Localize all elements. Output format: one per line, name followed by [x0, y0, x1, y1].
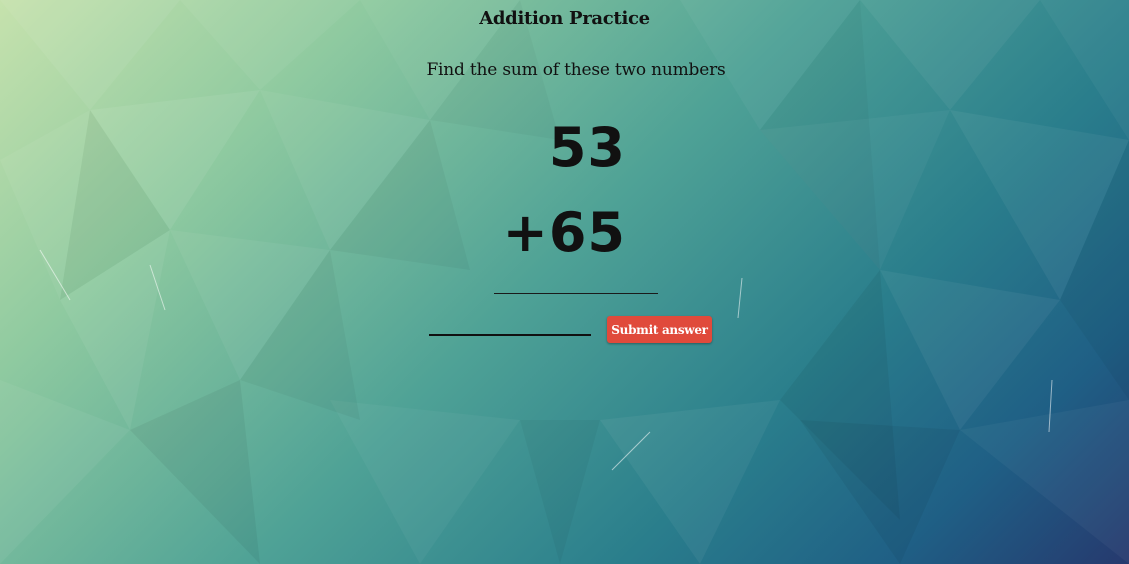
- first-number: 53: [548, 116, 626, 179]
- addition-problem: 53 +65: [494, 118, 658, 263]
- page-title: Addition Practice: [479, 8, 650, 29]
- submit-answer-button[interactable]: Submit answer: [607, 316, 712, 343]
- polygon-background: [0, 0, 1129, 564]
- second-number: +65: [502, 201, 626, 264]
- answer-input[interactable]: [429, 316, 591, 336]
- instructions-text: Find the sum of these two numbers: [426, 60, 726, 80]
- sum-divider-line: [494, 293, 658, 294]
